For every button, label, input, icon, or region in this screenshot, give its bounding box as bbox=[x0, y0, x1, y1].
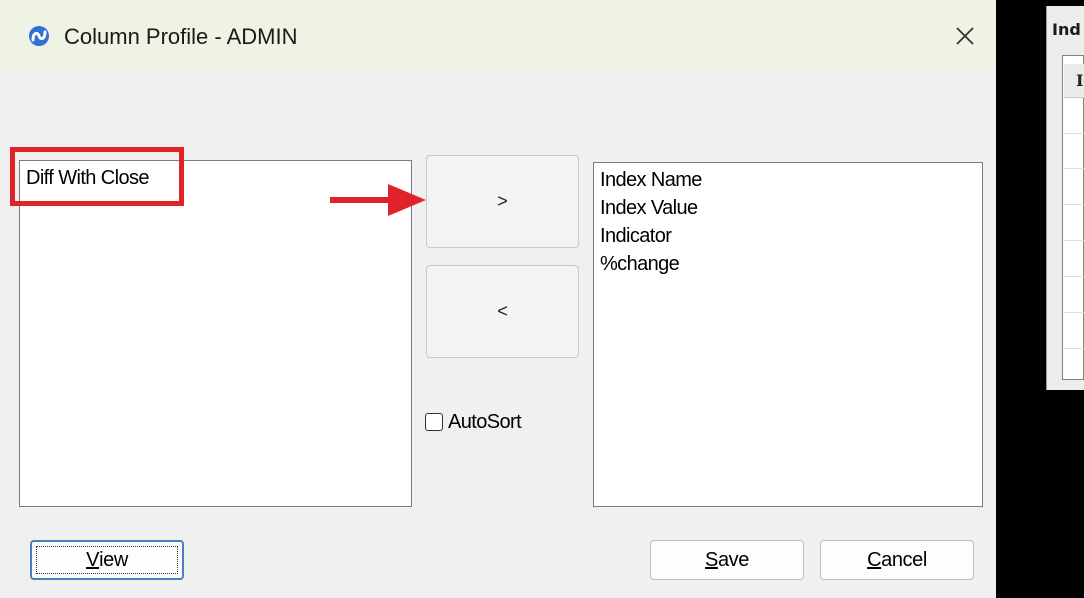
selected-columns-list[interactable]: Index Name Index Value Indicator %change bbox=[593, 162, 983, 507]
close-button[interactable] bbox=[940, 14, 990, 58]
close-icon bbox=[956, 27, 974, 45]
grid-row-line bbox=[1064, 312, 1084, 313]
save-mnemonic: S bbox=[705, 548, 718, 571]
background-grid-header: I bbox=[1064, 64, 1084, 98]
remove-column-button[interactable]: < bbox=[426, 265, 579, 358]
background-window-title: Ind bbox=[1052, 20, 1081, 39]
autosort-checkbox[interactable]: AutoSort bbox=[425, 410, 522, 434]
grid-row-line bbox=[1064, 348, 1084, 349]
grid-row-line bbox=[1064, 168, 1084, 169]
cancel-mnemonic: C bbox=[867, 548, 882, 571]
save-label-rest: ave bbox=[717, 548, 749, 571]
dialog-title: Column Profile - ADMIN bbox=[64, 24, 298, 49]
autosort-label: AutoSort bbox=[448, 410, 522, 433]
title-bar[interactable]: Column Profile - ADMIN bbox=[0, 0, 996, 68]
grid-row-line bbox=[1064, 204, 1084, 205]
list-item[interactable]: %change bbox=[594, 250, 982, 278]
checkbox-box[interactable] bbox=[425, 413, 443, 431]
save-button[interactable]: Save bbox=[650, 540, 804, 580]
annotation-arrow-icon bbox=[330, 184, 426, 216]
focus-ring bbox=[36, 546, 178, 574]
grid-row-line bbox=[1064, 240, 1084, 241]
list-item[interactable]: Indicator bbox=[594, 222, 982, 250]
app-logo-icon bbox=[29, 26, 49, 46]
view-button[interactable]: View bbox=[30, 540, 184, 580]
list-item[interactable]: Index Value bbox=[594, 194, 982, 222]
grid-row-line bbox=[1064, 133, 1084, 134]
cancel-button[interactable]: Cancel bbox=[820, 540, 974, 580]
annotation-highlight-box bbox=[10, 147, 184, 206]
list-item[interactable]: Index Name bbox=[594, 166, 982, 194]
cancel-label-rest: ancel bbox=[881, 548, 927, 571]
background-grid[interactable] bbox=[1062, 55, 1084, 380]
grid-row-line bbox=[1064, 276, 1084, 277]
column-profile-dialog: Column Profile - ADMIN Diff With Close >… bbox=[0, 0, 996, 598]
add-column-button[interactable]: > bbox=[426, 155, 579, 248]
